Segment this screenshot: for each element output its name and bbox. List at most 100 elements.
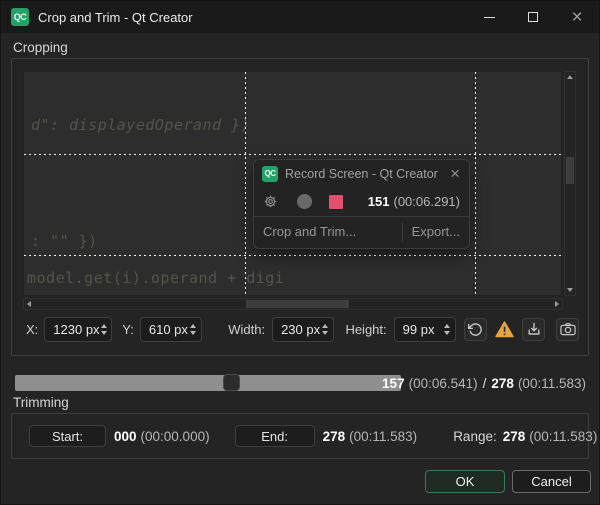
- timeline-position-readout: 157 (00:06.541) / 278 (00:11.583): [382, 376, 586, 391]
- end-value: 278(00:11.583): [323, 429, 418, 444]
- crop-guide-right[interactable]: [475, 72, 476, 295]
- spin-up-icon[interactable]: [101, 324, 107, 328]
- y-spinbox[interactable]: 610 px: [140, 317, 202, 342]
- scroll-down-icon[interactable]: [567, 288, 573, 292]
- crop-guide-top[interactable]: [24, 154, 561, 155]
- x-spinbox[interactable]: 1230 px: [44, 317, 112, 342]
- width-spinner[interactable]: [320, 324, 333, 335]
- qt-creator-logo-icon: QC: [262, 166, 278, 182]
- horizontal-scrollbar[interactable]: [23, 298, 563, 310]
- end-time: (00:11.583): [349, 429, 417, 444]
- spin-up-icon[interactable]: [444, 324, 450, 328]
- recorded-export-label: Export...: [403, 224, 469, 239]
- maximize-button[interactable]: [511, 1, 555, 33]
- scroll-up-icon[interactable]: [567, 75, 573, 79]
- qt-creator-logo-icon: QC: [11, 8, 29, 26]
- x-spinner[interactable]: [100, 324, 112, 335]
- titlebar: QC Crop and Trim - Qt Creator ×: [1, 1, 599, 33]
- recorded-code-line: d": displayedOperand }): [31, 116, 250, 134]
- minimize-button[interactable]: [467, 1, 511, 33]
- cropping-groupbox: d": displayedOperand }) : "" }) model.ge…: [11, 58, 589, 356]
- window-controls: ×: [467, 1, 599, 33]
- start-value: 000 (00:00.000): [114, 429, 210, 444]
- height-spinbox[interactable]: 99 px: [394, 317, 456, 342]
- download-icon: [527, 322, 541, 336]
- maximize-icon: [528, 12, 538, 22]
- vertical-scrollbar-thumb[interactable]: [566, 157, 574, 184]
- width-value[interactable]: 230 px: [273, 322, 320, 337]
- stop-icon: [329, 195, 343, 209]
- end-frame: 278: [323, 429, 346, 444]
- gear-icon: [263, 194, 278, 209]
- video-crop-preview[interactable]: d": displayedOperand }) : "" }) model.ge…: [23, 71, 562, 296]
- recorded-mini-titlebar: QC Record Screen - Qt Creator ×: [254, 160, 469, 187]
- timeline-slider-handle[interactable]: [223, 374, 240, 391]
- minimize-icon: [484, 17, 495, 18]
- close-icon: ×: [571, 8, 582, 27]
- range-label: Range:: [453, 429, 497, 444]
- scroll-right-icon[interactable]: [555, 301, 559, 307]
- trimming-group-label: Trimming: [13, 395, 69, 410]
- warning-icon: [495, 321, 514, 338]
- reset-crop-button[interactable]: [464, 318, 487, 341]
- spin-down-icon[interactable]: [101, 331, 107, 335]
- y-value[interactable]: 610 px: [141, 322, 188, 337]
- height-spinner[interactable]: [442, 324, 455, 335]
- crop-and-trim-dialog: QC Crop and Trim - Qt Creator × Cropping…: [0, 0, 600, 505]
- vertical-scrollbar[interactable]: [564, 71, 576, 296]
- recorded-frame-counter: 151 (00:06.291): [343, 194, 460, 209]
- scroll-left-icon[interactable]: [27, 301, 31, 307]
- recorded-mini-actions: Crop and Trim... Export...: [254, 216, 469, 246]
- recorded-crop-and-trim-label: Crop and Trim...: [254, 224, 402, 239]
- recorded-mini-title: Record Screen - Qt Creator: [285, 167, 450, 181]
- ok-button[interactable]: OK: [425, 470, 505, 493]
- cancel-button[interactable]: Cancel: [512, 470, 591, 493]
- close-icon: ×: [450, 165, 460, 182]
- crop-guide-left[interactable]: [245, 72, 246, 295]
- rotate-ccw-icon: [468, 322, 483, 337]
- recorded-code-line: : "" }): [31, 232, 98, 250]
- height-value[interactable]: 99 px: [395, 322, 442, 337]
- screenshot-button[interactable]: [556, 318, 579, 341]
- current-frame: 157: [382, 376, 405, 391]
- recorded-mini-window: QC Record Screen - Qt Creator ×: [253, 159, 470, 249]
- spin-up-icon[interactable]: [322, 324, 328, 328]
- crop-warning: [493, 321, 515, 338]
- x-value[interactable]: 1230 px: [45, 322, 99, 337]
- width-spinbox[interactable]: 230 px: [272, 317, 334, 342]
- export-frame-button[interactable]: [522, 318, 545, 341]
- range-frame: 278: [503, 429, 526, 444]
- spin-down-icon[interactable]: [190, 331, 196, 335]
- y-label: Y:: [122, 322, 134, 337]
- recorded-timecode: (00:06.291): [394, 194, 461, 209]
- spin-down-icon[interactable]: [444, 331, 450, 335]
- recorded-frame-number: 151: [368, 194, 390, 209]
- cropping-group-label: Cropping: [13, 40, 68, 55]
- total-frame: 278: [491, 376, 514, 391]
- frame-separator: /: [483, 376, 487, 391]
- width-label: Width:: [228, 322, 265, 337]
- close-button[interactable]: ×: [555, 1, 599, 33]
- start-time: (00:00.000): [141, 429, 210, 444]
- set-start-button[interactable]: Start:: [29, 425, 106, 447]
- crop-guide-bottom[interactable]: [24, 255, 561, 256]
- start-frame: 000: [114, 429, 137, 444]
- spin-up-icon[interactable]: [190, 324, 196, 328]
- height-label: Height:: [345, 322, 386, 337]
- recorded-mini-controls: 151 (00:06.291): [254, 187, 469, 216]
- y-spinner[interactable]: [188, 324, 201, 335]
- window-title: Crop and Trim - Qt Creator: [38, 10, 193, 25]
- horizontal-scrollbar-thumb[interactable]: [246, 300, 349, 308]
- record-icon: [297, 194, 312, 209]
- current-time: (00:06.541): [409, 376, 478, 391]
- crop-controls-row: X: 1230 px Y: 610 px Width: 230 px Heigh…: [23, 316, 579, 342]
- set-end-button[interactable]: End:: [235, 425, 315, 447]
- trimming-row: Start: 000(00:00.000) End: 278(00:11.583…: [13, 415, 587, 457]
- range-value: 278(00:11.583): [503, 429, 598, 444]
- timeline-slider[interactable]: [15, 375, 401, 391]
- range-time: (00:11.583): [529, 429, 597, 444]
- x-label: X:: [26, 322, 38, 337]
- total-time: (00:11.583): [518, 376, 586, 391]
- camera-icon: [560, 322, 576, 336]
- spin-down-icon[interactable]: [322, 331, 328, 335]
